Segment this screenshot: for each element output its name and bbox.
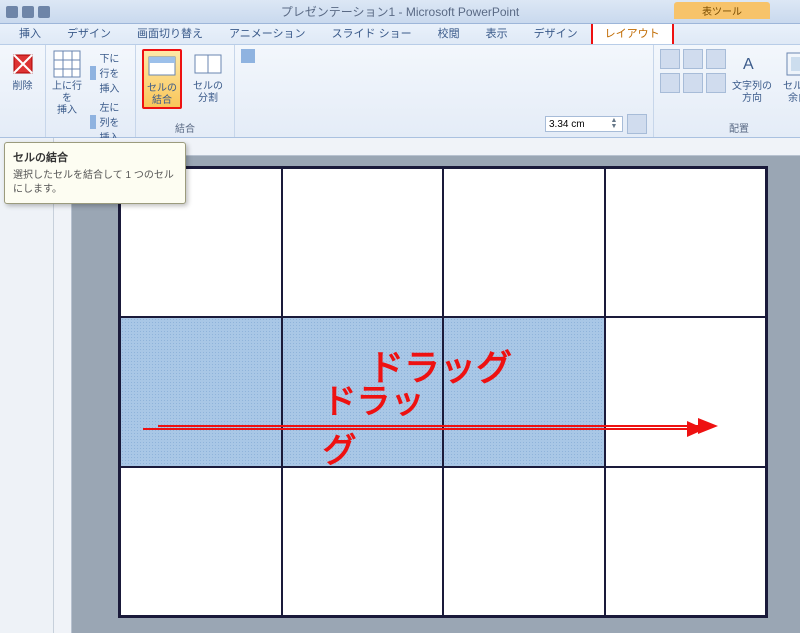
split-cells-button[interactable]: セルの 分割 [188,49,228,105]
align-top-button[interactable] [660,73,680,93]
group-cell-size: 3.34 cm ▲▼ 3.7 cm ▲▼ セルのサイズ [235,45,654,137]
table-cell-selected[interactable] [120,317,282,466]
cell-margins-icon [783,49,800,79]
table-cell[interactable] [443,168,605,317]
row-height-input[interactable]: 3.34 cm ▲▼ [545,116,623,132]
vertical-ruler [54,156,72,633]
table-cell-selected[interactable] [443,317,605,466]
insert-row-below-button[interactable]: 下に行を挿入 [88,49,129,96]
contextual-tab-label: 表ツール [674,2,770,19]
table-cell[interactable] [282,467,444,616]
window-title: プレゼンテーション1 - Microsoft PowerPoint [281,3,519,20]
merge-cells-button[interactable]: セルの 結合 [142,49,182,109]
tooltip-body: 選択したセルを結合して 1 つのセルにします。 [13,169,177,197]
text-direction-label: 文字列の 方向 [732,81,772,104]
tab-review[interactable]: 校閲 [425,21,473,44]
qat-save-icon[interactable] [6,6,18,18]
delete-button[interactable]: 削除 [3,49,43,93]
merge-cells-label: セルの 結合 [147,83,177,106]
slide-canvas[interactable]: ドラッグ ドラッグ [72,156,800,633]
spin-down-icon[interactable]: ▼ [609,124,619,130]
qat-undo-icon[interactable] [22,6,34,18]
table-cell[interactable] [120,467,282,616]
table-cell[interactable] [282,168,444,317]
drag-label-annotation: ドラッグ [323,374,443,472]
title-bar: プレゼンテーション1 - Microsoft PowerPoint 表ツール [0,0,800,24]
qat-redo-icon[interactable] [38,6,50,18]
distribute-rows-button[interactable] [627,114,647,134]
align-center-button[interactable] [683,49,703,69]
quick-access-toolbar [6,6,50,18]
table-cell-selected[interactable]: ドラッグ [282,317,444,466]
table-object[interactable]: ドラッグ [118,166,768,618]
cell-margins-label: セルの 余白 [783,81,800,104]
tab-view[interactable]: 表示 [473,21,521,44]
table-cell[interactable] [605,168,767,317]
tab-animations[interactable]: アニメーション [216,21,319,44]
row-height-value: 3.34 cm [549,119,585,130]
tab-transitions[interactable]: 画面切り替え [124,21,216,44]
text-direction-icon: A [737,49,767,79]
ribbon-tabs: 挿入 デザイン 画面切り替え アニメーション スライド ショー 校閲 表示 デザ… [0,24,800,45]
group-delete: 削除 [0,45,46,137]
col-left-icon [90,115,96,129]
tab-design[interactable]: デザイン [54,21,124,44]
delete-icon [8,49,38,79]
insert-row-above-label: 上に行を 挿入 [52,81,82,116]
svg-text:A: A [743,56,754,73]
row-below-icon [90,66,96,80]
table-cell[interactable] [443,467,605,616]
split-cells-label: セルの 分割 [193,81,223,104]
group-merge: セルの 結合 セルの 分割 結合 [136,45,235,137]
group-alignment: A 文字列の 方向 セルの 余白 配置 [654,45,800,137]
table-cell[interactable] [605,467,767,616]
group-alignment-label: 配置 [729,120,749,137]
tab-insert[interactable]: 挿入 [6,21,54,44]
align-right-button[interactable] [706,49,726,69]
tab-table-design[interactable]: デザイン [521,21,591,44]
slide-thumbnail-pane[interactable] [0,138,54,633]
table-cell[interactable] [605,317,767,466]
workspace: ドラッグ ドラッグ [0,138,800,633]
cell-margins-button[interactable]: セルの 余白 [778,49,800,105]
insert-row-below-label: 下に行を挿入 [99,50,127,95]
text-direction-button[interactable]: A 文字列の 方向 [732,49,772,105]
tooltip-merge-cells: セルの結合 選択したセルを結合して 1 つのセルにします。 [4,142,186,204]
tooltip-title: セルの結合 [13,149,177,165]
merge-cells-icon [147,51,177,81]
align-middle-button[interactable] [683,73,703,93]
insert-row-above-button[interactable]: 上に行を 挿入 [52,49,82,117]
group-merge-label: 結合 [175,120,195,137]
align-bottom-button[interactable] [706,73,726,93]
tab-slideshow[interactable]: スライド ショー [319,21,425,44]
split-cells-icon [193,49,223,79]
delete-label: 削除 [13,81,33,92]
ribbon: 削除 上に行を 挿入 下に行を挿入 左に列を挿入 [0,45,800,138]
table-icon [52,49,82,79]
align-left-button[interactable] [660,49,680,69]
group-rows-cols: 上に行を 挿入 下に行を挿入 左に列を挿入 右に列を挿入 行と列 [46,45,136,137]
